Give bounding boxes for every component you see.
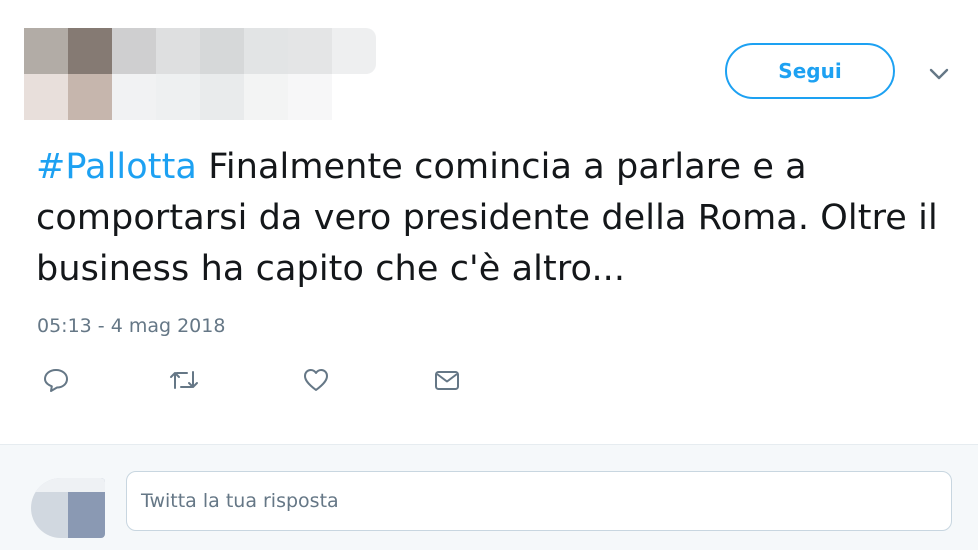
reply-placeholder: Twitta la tua risposta [141, 490, 339, 512]
tweet-timestamp[interactable]: 05:13 - 4 mag 2018 [37, 315, 225, 337]
user-avatar [31, 478, 105, 538]
chevron-down-icon[interactable] [928, 66, 950, 82]
tweet-header: Segui [0, 0, 978, 120]
follow-button-label: Segui [778, 59, 842, 83]
follow-button[interactable]: Segui [725, 43, 895, 99]
direct-message-icon[interactable] [433, 366, 463, 394]
reply-input[interactable]: Twitta la tua risposta [126, 471, 952, 531]
retweet-icon[interactable] [168, 366, 198, 394]
like-heart-icon[interactable] [302, 366, 332, 394]
reply-composer: Twitta la tua risposta [0, 444, 978, 550]
blurred-user-identity[interactable] [24, 28, 376, 120]
hashtag-link[interactable]: #Pallotta [36, 147, 197, 187]
reply-icon[interactable] [42, 366, 72, 394]
tweet-text: #Pallotta Finalmente comincia a parlare … [36, 142, 956, 295]
